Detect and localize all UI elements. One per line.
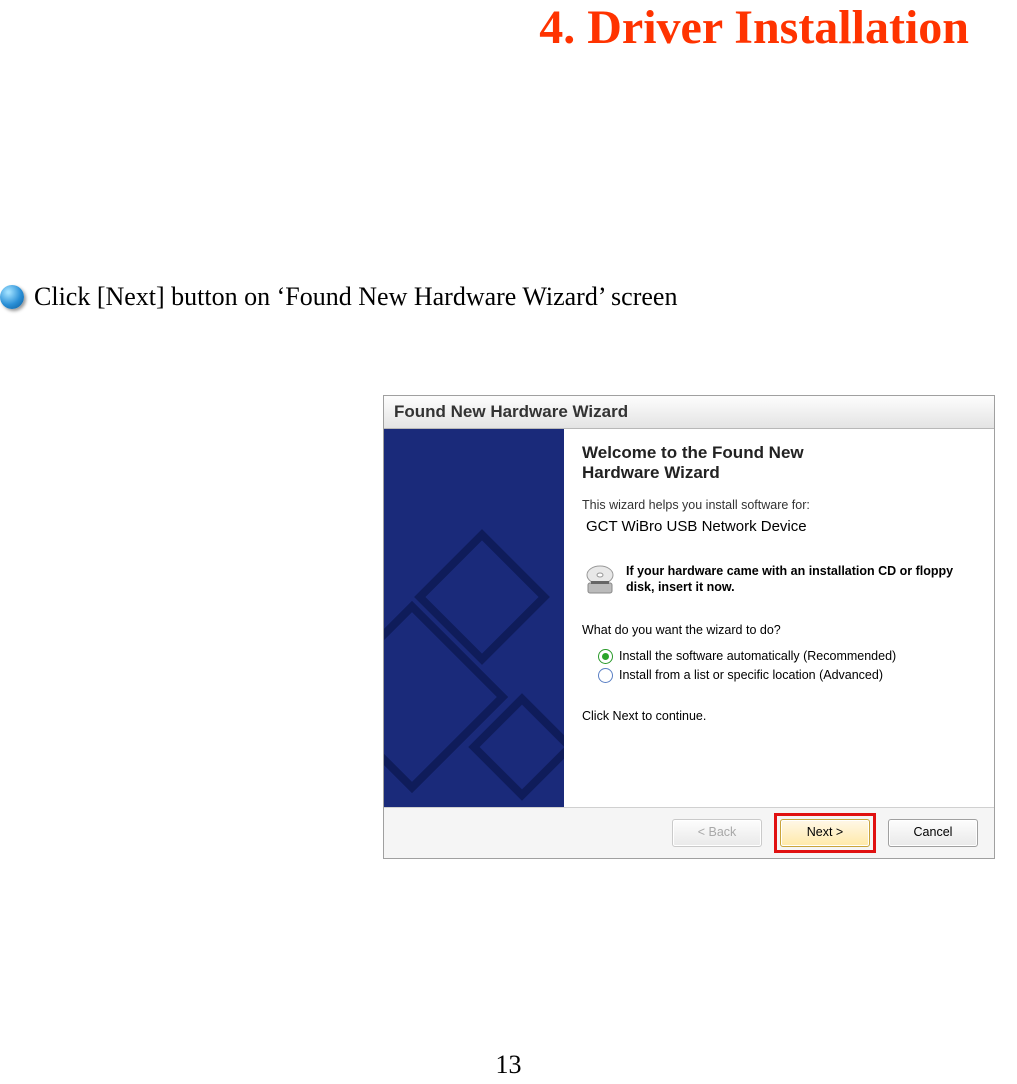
welcome-line-2: Hardware Wizard xyxy=(582,463,720,482)
wizard-button-row: < Back Next > Cancel xyxy=(384,807,994,858)
bullet-icon xyxy=(0,285,24,309)
radio-icon xyxy=(598,649,613,664)
device-name: GCT WiBro USB Network Device xyxy=(586,518,978,535)
helps-text: This wizard helps you install software f… xyxy=(582,498,978,512)
wizard-question: What do you want the wizard to do? xyxy=(582,623,978,637)
cd-hint-text: If your hardware came with an installati… xyxy=(626,563,978,596)
radio-label: Install the software automatically (Reco… xyxy=(619,649,896,663)
wizard-content: Welcome to the Found New Hardware Wizard… xyxy=(564,429,994,807)
cd-hint-row: If your hardware came with an installati… xyxy=(582,563,978,599)
document-page: 4. Driver Installation Click [Next] butt… xyxy=(0,0,1017,1084)
cancel-button[interactable]: Cancel xyxy=(888,819,978,847)
radio-label: Install from a list or specific location… xyxy=(619,668,883,682)
welcome-line-1: Welcome to the Found New xyxy=(582,443,804,462)
cd-disk-icon xyxy=(582,563,618,599)
section-heading: 4. Driver Installation xyxy=(539,0,969,55)
radio-option-auto[interactable]: Install the software automatically (Reco… xyxy=(598,649,978,664)
next-button[interactable]: Next > xyxy=(780,819,870,847)
wizard-window: Found New Hardware Wizard Welcome to the… xyxy=(383,395,995,859)
wizard-side-art xyxy=(384,429,564,807)
window-titlebar: Found New Hardware Wizard xyxy=(384,396,994,429)
instruction-text: Click [Next] button on ‘Found New Hardwa… xyxy=(34,282,677,312)
page-number: 13 xyxy=(0,1050,1017,1080)
back-button: < Back xyxy=(672,819,762,847)
welcome-heading: Welcome to the Found New Hardware Wizard xyxy=(582,443,978,484)
radio-option-advanced[interactable]: Install from a list or specific location… xyxy=(598,668,978,683)
radio-icon xyxy=(598,668,613,683)
instruction-row: Click [Next] button on ‘Found New Hardwa… xyxy=(0,282,677,312)
click-next-text: Click Next to continue. xyxy=(582,709,978,723)
next-button-highlight: Next > xyxy=(774,813,876,853)
window-title: Found New Hardware Wizard xyxy=(394,402,628,422)
wizard-body: Welcome to the Found New Hardware Wizard… xyxy=(384,429,994,807)
